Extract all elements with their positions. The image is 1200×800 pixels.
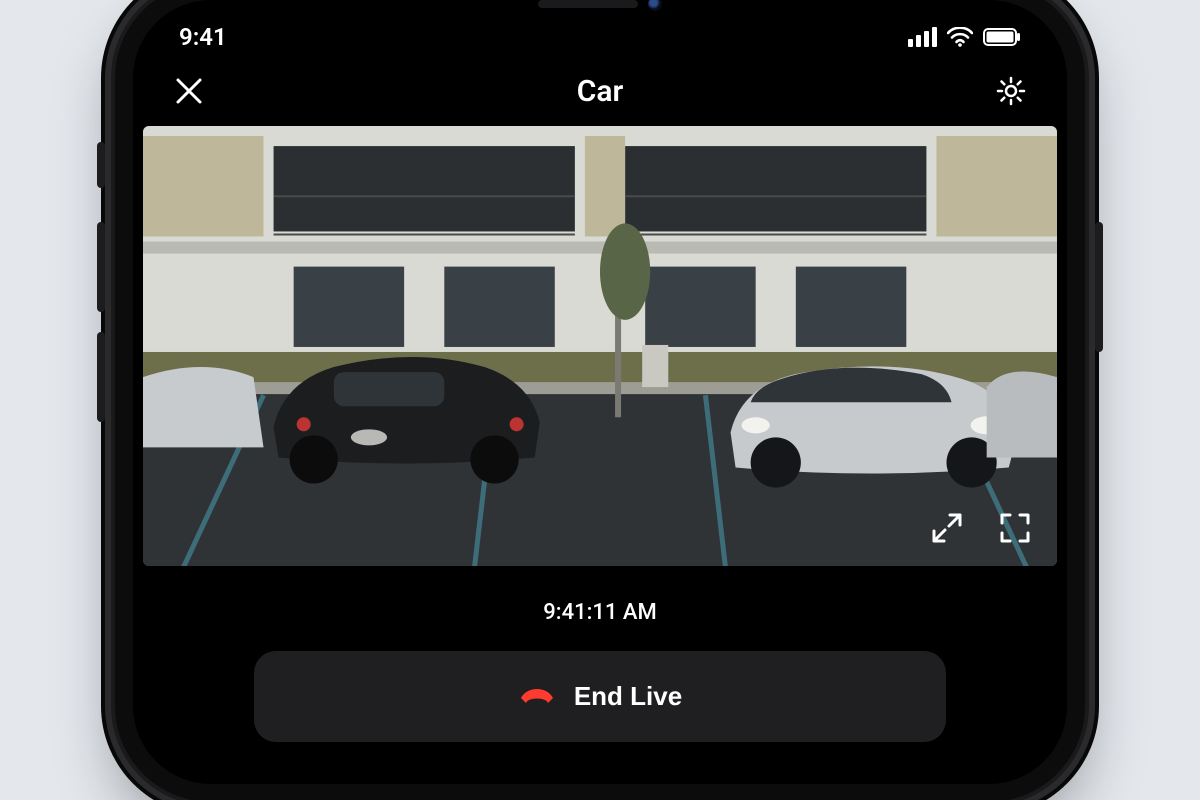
settings-button[interactable] [991, 71, 1031, 111]
front-camera-icon [648, 0, 662, 11]
mute-switch [97, 142, 105, 188]
camera-scene [143, 126, 1057, 566]
status-indicators [908, 27, 1021, 47]
cell-signal-icon [908, 27, 937, 47]
nav-bar: Car [133, 56, 1067, 126]
volume-down-button [97, 332, 105, 422]
page-title: Car [577, 74, 624, 109]
end-live-button[interactable]: End Live [254, 651, 945, 742]
fullscreen-button[interactable] [995, 508, 1035, 548]
earpiece [538, 0, 638, 8]
hangup-icon [518, 681, 556, 712]
feed-controls [927, 508, 1035, 548]
battery-icon [983, 28, 1021, 46]
expand-icon [930, 511, 964, 545]
screen: 9:41 [133, 0, 1067, 784]
feed-timestamp: 9:41:11 AM [133, 566, 1067, 651]
power-button [1095, 222, 1103, 352]
status-time: 9:41 [179, 23, 227, 51]
close-icon [174, 76, 204, 106]
close-button[interactable] [169, 71, 209, 111]
live-camera-feed[interactable] [143, 126, 1057, 566]
wifi-icon [947, 27, 973, 47]
end-live-label: End Live [574, 681, 682, 712]
phone-frame: 9:41 [115, 0, 1085, 800]
gear-icon [995, 75, 1027, 107]
notch [380, 0, 820, 26]
volume-up-button [97, 222, 105, 312]
expand-button[interactable] [927, 508, 967, 548]
fullscreen-icon [998, 511, 1032, 545]
